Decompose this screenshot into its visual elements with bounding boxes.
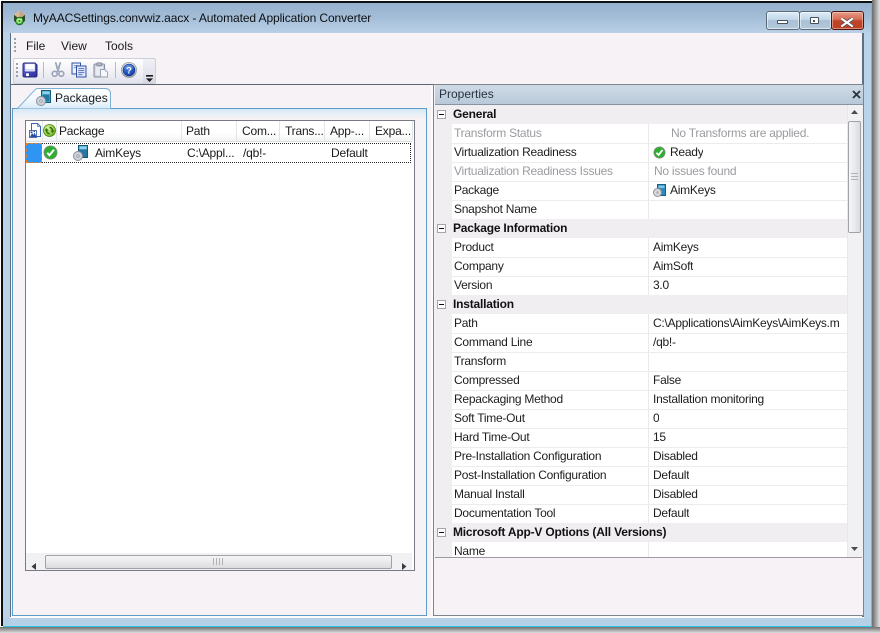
svg-text:?: ? <box>126 66 132 77</box>
